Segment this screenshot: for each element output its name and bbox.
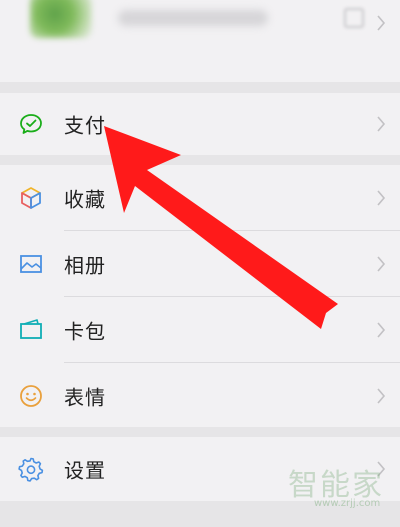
- red-arrow-annotation: [104, 126, 338, 329]
